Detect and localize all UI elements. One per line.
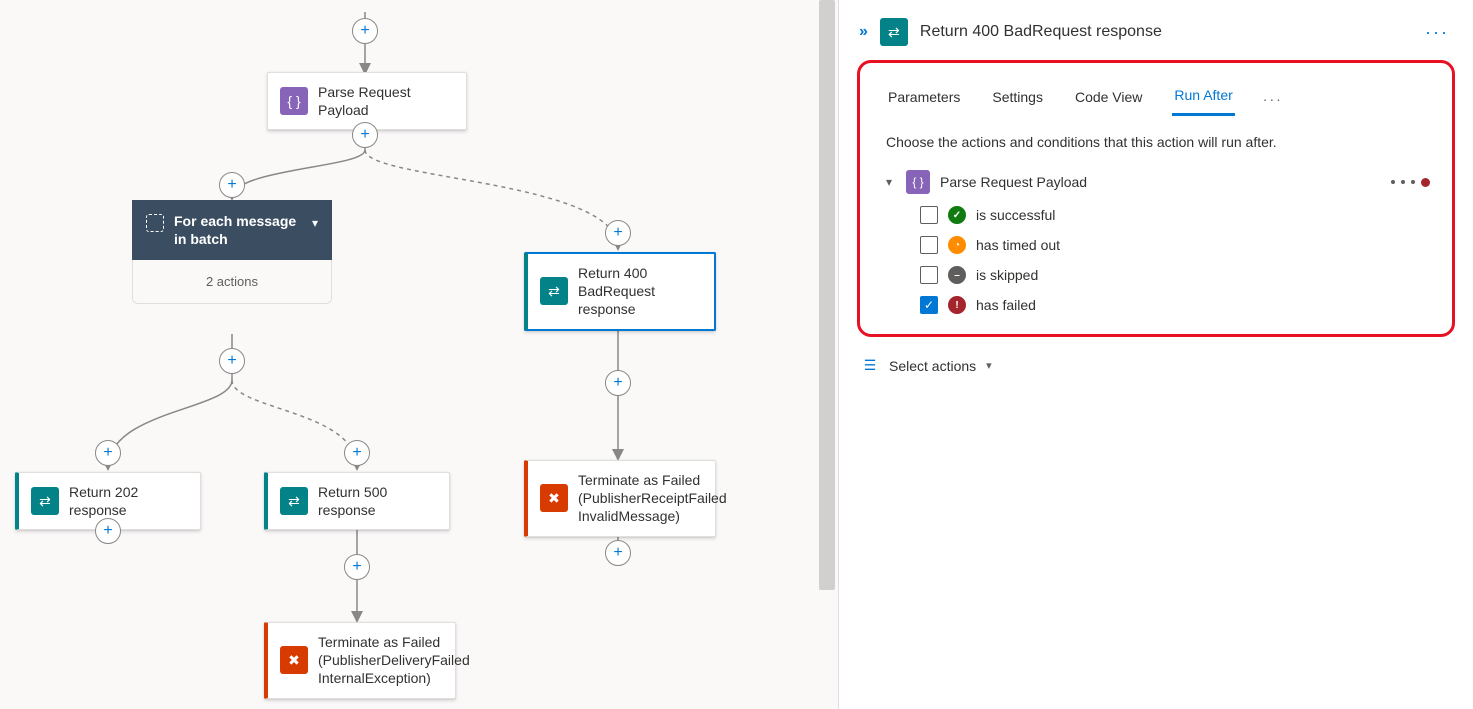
add-step-button[interactable]: +: [605, 220, 631, 246]
response-icon: ⇄: [280, 487, 308, 515]
option-has-timed-out[interactable]: ◔ has timed out: [920, 236, 1436, 254]
checkbox[interactable]: [920, 266, 938, 284]
select-actions-label: Select actions: [889, 358, 976, 374]
chevron-down-icon: ▾: [882, 175, 896, 189]
run-after-highlight: Parameters Settings Code View Run After …: [857, 60, 1455, 337]
node-label: Terminate as Failed (PublisherReceiptFai…: [578, 471, 727, 526]
json-icon: { }: [906, 170, 930, 194]
option-label: has failed: [976, 297, 1036, 313]
option-label: is skipped: [976, 267, 1038, 283]
response-icon: ⇄: [880, 18, 908, 46]
option-label: is successful: [976, 207, 1055, 223]
json-icon: { }: [280, 87, 308, 115]
add-step-button[interactable]: +: [344, 554, 370, 580]
for-each-title: For each message in batch: [174, 212, 302, 248]
chevron-down-icon: ▾: [986, 359, 992, 372]
tab-run-after[interactable]: Run After: [1172, 81, 1234, 116]
checkbox[interactable]: ✓: [920, 296, 938, 314]
add-step-button[interactable]: +: [219, 172, 245, 198]
node-terminate-invalid-message[interactable]: ✖ Terminate as Failed (PublisherReceiptF…: [524, 460, 716, 537]
designer-canvas[interactable]: + + + + + + + + + + + { } Parse Request …: [0, 0, 838, 709]
add-step-button[interactable]: +: [352, 18, 378, 44]
node-label: Terminate as Failed (PublisherDeliveryFa…: [318, 633, 470, 688]
terminate-icon: ✖: [540, 484, 568, 512]
checkbox[interactable]: [920, 206, 938, 224]
select-actions-button[interactable]: ☰ Select actions ▾: [845, 351, 1467, 380]
add-step-button[interactable]: +: [95, 440, 121, 466]
tab-settings[interactable]: Settings: [990, 83, 1045, 115]
collapse-panel-icon[interactable]: »: [859, 23, 868, 41]
tab-parameters[interactable]: Parameters: [886, 83, 962, 115]
add-step-button[interactable]: +: [95, 518, 121, 544]
for-each-header[interactable]: For each message in batch ▾: [132, 200, 332, 260]
scroll-thumb[interactable]: [819, 0, 835, 590]
response-icon: ⇄: [31, 487, 59, 515]
list-icon: ☰: [861, 357, 879, 374]
success-icon: ✓: [948, 206, 966, 224]
run-after-options: ✓ is successful ◔ has timed out – is ski…: [876, 198, 1436, 314]
error-icon: !: [948, 296, 966, 314]
add-step-button[interactable]: +: [344, 440, 370, 466]
status-dots: [1391, 178, 1430, 187]
panel-title: Return 400 BadRequest response: [920, 23, 1162, 41]
node-label: Parse Request Payload: [318, 83, 454, 119]
node-for-each[interactable]: For each message in batch ▾ 2 actions: [132, 200, 332, 304]
for-each-count: 2 actions: [206, 274, 258, 289]
add-step-button[interactable]: +: [352, 122, 378, 148]
option-is-successful[interactable]: ✓ is successful: [920, 206, 1436, 224]
for-each-body[interactable]: 2 actions: [132, 260, 332, 304]
node-return-400[interactable]: ⇄ Return 400 BadRequest response: [524, 252, 716, 331]
panel-header: » ⇄ Return 400 BadRequest response ···: [845, 0, 1467, 60]
node-label: Return 500 response: [318, 483, 437, 519]
predecessor-row[interactable]: ▾ { } Parse Request Payload: [876, 166, 1436, 198]
panel-more-button[interactable]: ···: [1425, 22, 1449, 43]
chevron-down-icon: ▾: [312, 216, 318, 230]
canvas-scrollbar[interactable]: [819, 0, 835, 709]
option-has-failed[interactable]: ✓ ! has failed: [920, 296, 1436, 314]
panel-tabs: Parameters Settings Code View Run After …: [876, 63, 1436, 116]
clock-icon: ◔: [948, 236, 966, 254]
option-is-skipped[interactable]: – is skipped: [920, 266, 1436, 284]
option-label: has timed out: [976, 237, 1060, 253]
minus-icon: –: [948, 266, 966, 284]
node-terminate-internal-exception[interactable]: ✖ Terminate as Failed (PublisherDelivery…: [264, 622, 456, 699]
tab-code-view[interactable]: Code View: [1073, 83, 1144, 115]
settings-panel: » ⇄ Return 400 BadRequest response ··· P…: [838, 0, 1473, 709]
tabs-overflow-button[interactable]: ···: [1263, 91, 1283, 107]
node-return-500[interactable]: ⇄ Return 500 response: [264, 472, 450, 530]
response-icon: ⇄: [540, 277, 568, 305]
terminate-icon: ✖: [280, 646, 308, 674]
loop-icon: [146, 214, 164, 232]
node-label: Return 202 response: [69, 483, 188, 519]
predecessor-title: Parse Request Payload: [940, 174, 1087, 190]
add-step-button[interactable]: +: [605, 370, 631, 396]
node-label: Return 400 BadRequest response: [578, 264, 702, 319]
run-after-hint: Choose the actions and conditions that t…: [876, 116, 1436, 166]
add-step-button[interactable]: +: [605, 540, 631, 566]
checkbox[interactable]: [920, 236, 938, 254]
add-step-button[interactable]: +: [219, 348, 245, 374]
